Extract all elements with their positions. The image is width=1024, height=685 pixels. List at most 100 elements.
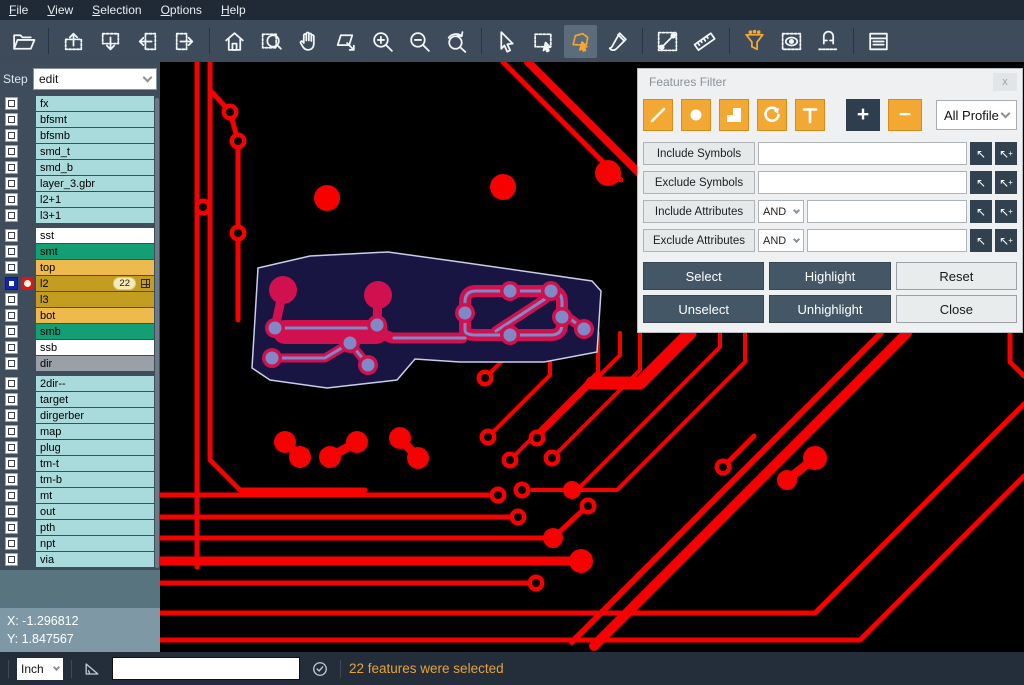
filter-shape-arc-icon[interactable] <box>757 99 787 131</box>
pick-add-from-canvas-icon[interactable]: ↖+ <box>995 142 1017 165</box>
layer-name[interactable]: target <box>36 392 154 407</box>
filter-shape-surface-icon[interactable] <box>719 99 749 131</box>
pick-add-from-canvas-icon[interactable]: ↖+ <box>995 229 1017 252</box>
select-pointer-icon[interactable] <box>490 25 523 58</box>
unselect-button[interactable]: Unselect <box>643 295 764 323</box>
layer-visibility-checkbox[interactable] <box>5 505 18 518</box>
pick-from-canvas-icon[interactable]: ↖ <box>970 142 992 165</box>
and-or-select[interactable]: AND <box>758 229 804 252</box>
highlight-button[interactable]: Highlight <box>769 262 890 290</box>
layer-name[interactable]: layer_3.gbr <box>36 176 154 191</box>
shift-view-right-icon[interactable] <box>168 25 201 58</box>
pick-add-from-canvas-icon[interactable]: ↖+ <box>995 171 1017 194</box>
filter-shape-pad-icon[interactable] <box>681 99 711 131</box>
zoom-previous-icon[interactable] <box>440 25 473 58</box>
reset-button[interactable]: Reset <box>896 262 1017 290</box>
layer-visibility-checkbox[interactable] <box>5 553 18 566</box>
open-file-icon[interactable] <box>7 25 40 58</box>
layer-visibility-checkbox[interactable] <box>5 425 18 438</box>
filter-value-input[interactable] <box>758 142 967 165</box>
select-rectangle-icon[interactable] <box>527 25 560 58</box>
layer-visibility-checkbox[interactable] <box>5 409 18 422</box>
filter-shape-line-icon[interactable] <box>643 99 673 131</box>
layer-name[interactable]: 2dir-- <box>36 376 154 391</box>
layer-visibility-checkbox[interactable] <box>5 377 18 390</box>
layer-name[interactable]: l222 <box>36 276 154 291</box>
pan-hand-icon[interactable] <box>292 25 325 58</box>
measure-points-icon[interactable] <box>651 25 684 58</box>
shift-view-up-icon[interactable] <box>57 25 90 58</box>
snap-magnet-icon[interactable] <box>812 25 845 58</box>
layer-name[interactable]: l2+1 <box>36 192 154 207</box>
layer-visibility-checkbox[interactable] <box>5 293 18 306</box>
layer-name[interactable]: dir <box>36 356 154 371</box>
layer-visibility-checkbox[interactable] <box>5 457 18 470</box>
layer-name[interactable]: smd_b <box>36 160 154 175</box>
layer-visibility-checkbox[interactable] <box>5 309 18 322</box>
layer-visibility-checkbox[interactable] <box>5 229 18 242</box>
exclude-attributes-button[interactable]: Exclude Attributes <box>643 229 755 252</box>
features-filter-icon[interactable] <box>738 25 771 58</box>
layer-name[interactable]: tm-b <box>36 472 154 487</box>
filter-shape-text-icon[interactable] <box>795 99 825 131</box>
layer-name[interactable]: smd_t <box>36 144 154 159</box>
step-select[interactable]: edit <box>33 68 157 90</box>
exclude-symbols-button[interactable]: Exclude Symbols <box>643 171 755 194</box>
layer-name[interactable]: l3+1 <box>36 208 154 223</box>
layer-scrollbar[interactable] <box>155 98 159 568</box>
angle-measure-icon[interactable] <box>80 657 104 681</box>
menu-selection[interactable]: Selection <box>92 3 141 17</box>
command-input[interactable] <box>112 657 300 680</box>
layer-visibility-checkbox[interactable] <box>5 537 18 550</box>
layer-name[interactable]: map <box>36 424 154 439</box>
layer-visibility-checkbox[interactable] <box>5 113 18 126</box>
layer-name[interactable]: dirgerber <box>36 408 154 423</box>
remove-filter-button[interactable]: − <box>888 99 922 131</box>
layer-visibility-checkbox[interactable] <box>5 177 18 190</box>
add-filter-button[interactable]: + <box>846 99 880 131</box>
view-options-icon[interactable] <box>775 25 808 58</box>
measure-ruler-icon[interactable] <box>688 25 721 58</box>
profile-select[interactable]: All Profile <box>936 100 1017 130</box>
layer-name[interactable]: bot <box>36 308 154 323</box>
grid-icon[interactable] <box>141 279 150 288</box>
unhighlight-button[interactable]: Unhighlight <box>769 295 890 323</box>
layer-name[interactable]: mt <box>36 488 154 503</box>
layer-visibility-checkbox[interactable] <box>5 193 18 206</box>
menu-file[interactable]: File <box>9 3 28 17</box>
layer-name[interactable]: plug <box>36 440 154 455</box>
home-view-icon[interactable] <box>218 25 251 58</box>
pick-add-from-canvas-icon[interactable]: ↖+ <box>995 200 1017 223</box>
layer-visibility-checkbox[interactable] <box>5 325 18 338</box>
pick-from-canvas-icon[interactable]: ↖ <box>970 171 992 194</box>
layer-name[interactable]: l3 <box>36 292 154 307</box>
layer-visibility-checkbox[interactable] <box>5 97 18 110</box>
layer-visibility-checkbox[interactable] <box>5 341 18 354</box>
layer-visibility-checkbox[interactable] <box>5 129 18 142</box>
menu-view[interactable]: View <box>47 3 73 17</box>
layer-name[interactable]: pth <box>36 520 154 535</box>
zoom-window-icon[interactable] <box>255 25 288 58</box>
shift-view-down-icon[interactable] <box>94 25 127 58</box>
include-symbols-button[interactable]: Include Symbols <box>643 142 755 165</box>
layer-visibility-checkbox[interactable] <box>5 393 18 406</box>
menu-options[interactable]: Options <box>161 3 202 17</box>
layer-name[interactable]: smt <box>36 244 154 259</box>
select-button[interactable]: Select <box>643 262 764 290</box>
layer-name[interactable]: sst <box>36 228 154 243</box>
shift-view-left-icon[interactable] <box>131 25 164 58</box>
and-or-select[interactable]: AND <box>758 200 804 223</box>
layer-visibility-checkbox[interactable] <box>5 441 18 454</box>
layer-visibility-checkbox[interactable] <box>5 521 18 534</box>
menu-help[interactable]: Help <box>221 3 246 17</box>
layer-visibility-checkbox[interactable] <box>5 209 18 222</box>
layer-visibility-checkbox[interactable] <box>5 473 18 486</box>
include-attributes-button[interactable]: Include Attributes <box>643 200 755 223</box>
layer-visibility-checkbox[interactable] <box>5 245 18 258</box>
layer-visibility-checkbox[interactable] <box>5 261 18 274</box>
pick-from-canvas-icon[interactable]: ↖ <box>970 229 992 252</box>
filter-value-input[interactable] <box>758 171 967 194</box>
dialog-title-bar[interactable]: Features Filter <box>638 69 1022 95</box>
layer-visibility-checkbox[interactable] <box>5 489 18 502</box>
zoom-in-icon[interactable] <box>366 25 399 58</box>
